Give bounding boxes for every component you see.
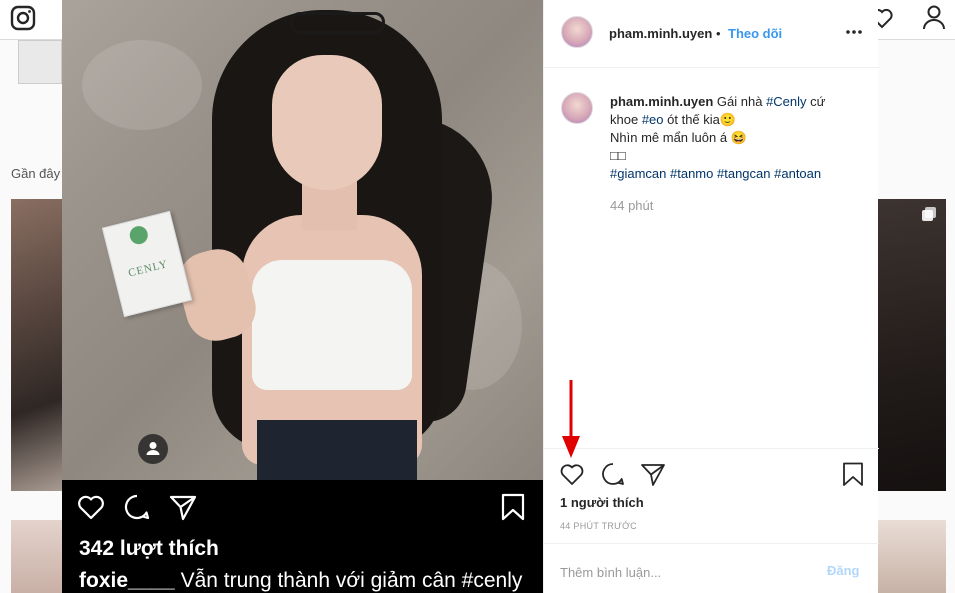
post-details-panel: pham.minh.uyen • Theo dõi pham.minh.uyen… [543, 0, 879, 593]
post-actions: 1 người thích 44 PHÚT TRƯỚC [544, 448, 879, 543]
post-timestamp: 44 PHÚT TRƯỚC [560, 521, 637, 531]
product-box: CENLY [101, 210, 193, 318]
grid-tile[interactable] [11, 199, 63, 491]
bookmark-icon[interactable] [840, 461, 866, 487]
instagram-logo-icon[interactable] [10, 5, 36, 31]
product-logo-icon [127, 224, 150, 247]
caption-line: □□ [610, 148, 626, 163]
share-icon[interactable] [640, 461, 666, 487]
photo-face [272, 55, 382, 190]
comment-icon[interactable] [600, 461, 626, 487]
add-comment-section: Đăng [544, 543, 879, 593]
comment-icon [124, 494, 150, 520]
share-icon [169, 495, 197, 521]
post-photo: CENLY [62, 0, 543, 480]
tagged-people-button[interactable] [138, 434, 168, 464]
product-brand: CENLY [127, 258, 170, 280]
photo-jeans [257, 420, 417, 480]
author-avatar[interactable] [561, 16, 593, 48]
overlay-likes-count: 342 lượt thích [79, 537, 219, 560]
red-arrow-annotation-icon [562, 380, 580, 458]
profile-icon[interactable] [921, 4, 947, 30]
multiple-photos-icon [922, 207, 936, 221]
grid-tile[interactable] [11, 520, 63, 593]
more-options-icon[interactable] [844, 22, 864, 42]
story-thumbnail[interactable] [18, 40, 62, 84]
grid-tile[interactable] [878, 199, 946, 491]
follow-button[interactable]: Theo dõi [728, 26, 782, 41]
post-header: pham.minh.uyen • Theo dõi [544, 0, 879, 68]
photo-crop-top [252, 260, 412, 390]
header-separator: • [716, 26, 721, 41]
hashtag-link[interactable]: #antoan [774, 166, 821, 181]
caption-line: khoe #eo ót thế kia🙂 [610, 112, 737, 127]
overlay-username: foxie____ [79, 569, 175, 592]
bookmark-icon [501, 493, 525, 521]
author-username[interactable]: pham.minh.uyen [609, 26, 712, 41]
caption-line: pham.minh.uyen Gái nhà #Cenly cứ [610, 94, 826, 109]
caption-hashtags: #giamcan #tanmo #tangcan #antoan [610, 165, 860, 183]
comment-input[interactable] [560, 562, 800, 582]
recent-section-label: Gần đây [11, 166, 61, 181]
hashtag-link[interactable]: #tangcan [717, 166, 771, 181]
caption-username[interactable]: pham.minh.uyen [610, 94, 713, 109]
like-heart-icon[interactable] [559, 461, 585, 487]
caption-line: Nhìn mê mẩn luôn á 😆 [610, 130, 747, 145]
caption-avatar[interactable] [561, 92, 593, 124]
caption-text: pham.minh.uyen Gái nhà #Cenly cứ khoe #e… [610, 93, 860, 183]
wall-texture [82, 40, 202, 130]
person-icon [146, 442, 160, 455]
hashtag-link[interactable]: #eo [642, 112, 664, 127]
hashtag-link[interactable]: #giamcan [610, 166, 666, 181]
hashtag-link[interactable]: #Cenly [766, 94, 806, 109]
post-comment-button[interactable]: Đăng [827, 563, 860, 578]
heart-icon [78, 495, 104, 520]
photo-caption-overlay: 342 lượt thích foxie____ Vẫn trung thành… [62, 480, 543, 593]
overlay-caption: foxie____ Vẫn trung thành với giảm cân #… [79, 569, 522, 593]
photo-sunglasses [290, 12, 385, 34]
grid-tile[interactable] [878, 520, 946, 593]
likes-count[interactable]: 1 người thích [560, 495, 644, 510]
caption-timestamp: 44 phút [610, 198, 654, 213]
overlay-caption-text: Vẫn trung thành với giảm cân #cenly [174, 569, 523, 592]
hashtag-link[interactable]: #tanmo [670, 166, 713, 181]
